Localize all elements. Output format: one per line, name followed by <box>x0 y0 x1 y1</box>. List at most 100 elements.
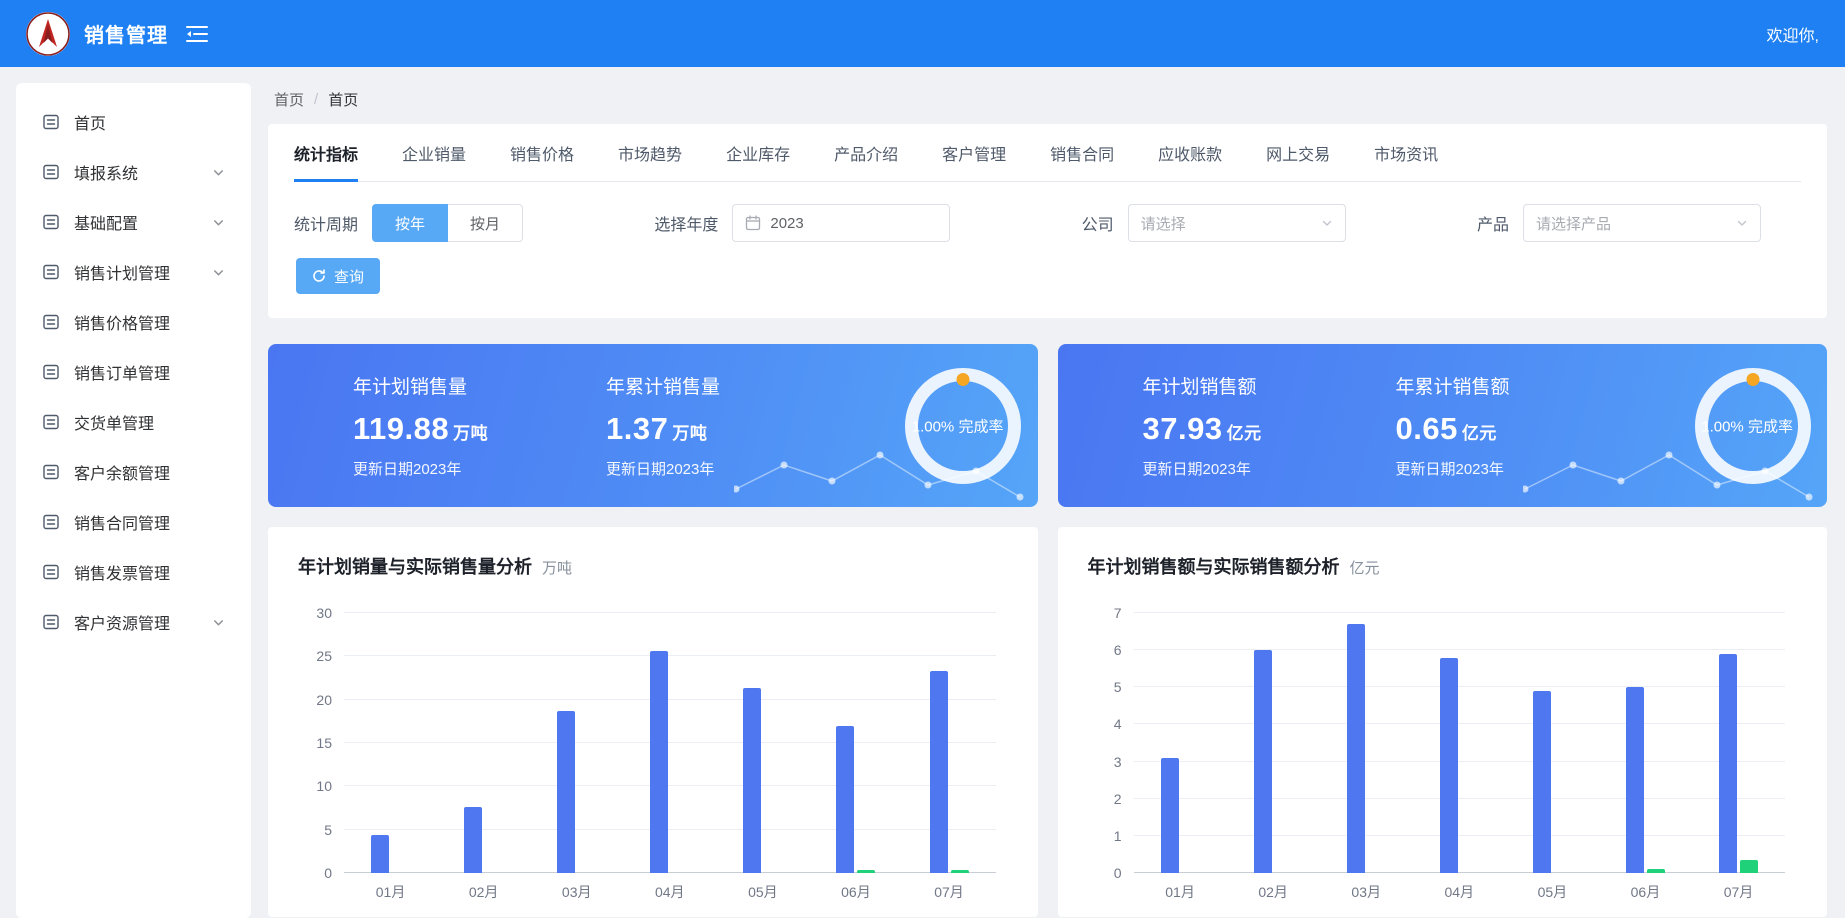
chart-header: 年计划销售额与实际销售额分析亿元 <box>1088 553 1798 579</box>
refresh-icon <box>312 269 326 283</box>
breadcrumb-separator: / <box>314 91 318 108</box>
y-axis-label: 5 <box>1088 679 1122 695</box>
period-label: 统计周期 <box>294 211 358 235</box>
sidebar-collapse-icon[interactable] <box>186 25 208 43</box>
chevron-down-icon <box>212 216 225 229</box>
y-axis-label: 5 <box>298 822 332 838</box>
metric-title: 年计划销售量 <box>353 372 606 399</box>
y-axis-label: 10 <box>298 778 332 794</box>
metric-value: 1.37万吨 <box>606 411 859 447</box>
sidebar-item-label: 销售计划管理 <box>74 260 170 284</box>
tab-3[interactable]: 市场趋势 <box>618 124 682 181</box>
x-axis-label: 01月 <box>344 882 437 902</box>
y-axis-label: 0 <box>298 865 332 881</box>
year-filter-group: 选择年度 2023 <box>654 204 950 242</box>
menu-grid-icon <box>42 313 60 331</box>
bar-group <box>530 613 623 873</box>
plan-bar <box>557 711 575 873</box>
tab-7[interactable]: 销售合同 <box>1050 124 1114 181</box>
sidebar-item-label: 销售合同管理 <box>74 510 170 534</box>
tab-9[interactable]: 网上交易 <box>1266 124 1330 181</box>
menu-grid-icon <box>42 363 60 381</box>
menu-grid-icon <box>42 463 60 481</box>
tab-1[interactable]: 企业销量 <box>402 124 466 181</box>
query-button[interactable]: 查询 <box>296 258 380 294</box>
plan-bar <box>836 726 854 873</box>
x-axis-label: 04月 <box>623 882 716 902</box>
plan-bar <box>1533 691 1551 873</box>
period-toggle: 按年 按月 <box>372 204 523 242</box>
year-input[interactable]: 2023 <box>732 204 950 242</box>
sidebar-item-8[interactable]: 销售合同管理 <box>16 497 251 547</box>
menu-grid-icon <box>42 513 60 531</box>
chart-plot-area: 051015202530 <box>344 613 996 873</box>
company-placeholder: 请选择 <box>1141 213 1186 234</box>
product-select[interactable]: 请选择产品 <box>1523 204 1761 242</box>
sidebar-item-1[interactable]: 填报系统 <box>16 147 251 197</box>
tab-4[interactable]: 企业库存 <box>726 124 790 181</box>
metric-value: 119.88万吨 <box>353 411 606 447</box>
plan-bar <box>1347 624 1365 873</box>
by-year-button[interactable]: 按年 <box>372 204 448 242</box>
metric-value: 0.65亿元 <box>1396 411 1649 447</box>
y-axis-label: 20 <box>298 692 332 708</box>
product-label: 产品 <box>1477 211 1509 235</box>
chart-panel-0: 年计划销量与实际销售量分析万吨05101520253001月02月03月04月0… <box>268 527 1038 917</box>
sidebar-item-4[interactable]: 销售价格管理 <box>16 297 251 347</box>
by-month-button[interactable]: 按月 <box>448 204 523 242</box>
product-placeholder: 请选择产品 <box>1536 213 1611 234</box>
tabs-filter-panel: 统计指标企业销量销售价格市场趋势企业库存产品介绍客户管理销售合同应收账款网上交易… <box>268 124 1827 318</box>
y-axis-label: 7 <box>1088 605 1122 621</box>
plan-bar <box>650 651 668 873</box>
filter-row: 统计周期 按年 按月 选择年度 2023 公司 <box>294 204 1801 242</box>
sidebar: 首页填报系统基础配置销售计划管理销售价格管理销售订单管理交货单管理客户余额管理销… <box>16 83 251 918</box>
metric-update-date: 更新日期2023年 <box>1143 458 1396 479</box>
tab-6[interactable]: 客户管理 <box>942 124 1006 181</box>
tab-0[interactable]: 统计指标 <box>294 124 358 181</box>
x-axis-label: 02月 <box>437 882 530 902</box>
menu-grid-icon <box>42 613 60 631</box>
sidebar-item-0[interactable]: 首页 <box>16 97 251 147</box>
sidebar-item-label: 首页 <box>74 110 106 134</box>
menu-grid-icon <box>42 413 60 431</box>
chevron-down-icon <box>1736 217 1748 229</box>
sidebar-item-7[interactable]: 客户余额管理 <box>16 447 251 497</box>
chart-unit: 亿元 <box>1350 557 1380 578</box>
bar-group <box>1227 613 1320 873</box>
gauge-progress-dot <box>1746 373 1759 386</box>
sidebar-item-label: 客户余额管理 <box>74 460 170 484</box>
breadcrumb-home[interactable]: 首页 <box>274 89 304 110</box>
sidebar-item-3[interactable]: 销售计划管理 <box>16 247 251 297</box>
x-axis-label: 05月 <box>1506 882 1599 902</box>
sidebar-item-10[interactable]: 客户资源管理 <box>16 597 251 647</box>
sidebar-item-5[interactable]: 销售订单管理 <box>16 347 251 397</box>
query-button-label: 查询 <box>334 266 364 287</box>
company-select[interactable]: 请选择 <box>1128 204 1346 242</box>
menu-grid-icon <box>42 563 60 581</box>
bar-group <box>1692 613 1785 873</box>
breadcrumb-current: 首页 <box>328 89 358 110</box>
chevron-down-icon <box>212 616 225 629</box>
chart-unit: 万吨 <box>542 557 572 578</box>
metric-block: 年累计销售额0.65亿元更新日期2023年 <box>1396 372 1649 479</box>
actual-bar <box>1647 869 1665 873</box>
tab-8[interactable]: 应收账款 <box>1158 124 1222 181</box>
year-value: 2023 <box>770 215 803 232</box>
sidebar-item-2[interactable]: 基础配置 <box>16 197 251 247</box>
sidebar-item-9[interactable]: 销售发票管理 <box>16 547 251 597</box>
x-axis-label: 06月 <box>809 882 902 902</box>
y-axis-label: 1 <box>1088 828 1122 844</box>
tab-10[interactable]: 市场资讯 <box>1374 124 1438 181</box>
bar-group <box>809 613 902 873</box>
bar-group <box>1320 613 1413 873</box>
tab-5[interactable]: 产品介绍 <box>834 124 898 181</box>
sidebar-item-6[interactable]: 交货单管理 <box>16 397 251 447</box>
plan-bar <box>1719 654 1737 873</box>
chart-title: 年计划销量与实际销售量分析 <box>298 553 532 579</box>
tab-2[interactable]: 销售价格 <box>510 124 574 181</box>
metric-title: 年计划销售额 <box>1143 372 1396 399</box>
metric-unit: 亿元 <box>1227 424 1262 443</box>
metric-block: 年计划销售额37.93亿元更新日期2023年 <box>1143 372 1396 479</box>
main-content: 首页 / 首页 统计指标企业销量销售价格市场趋势企业库存产品介绍客户管理销售合同… <box>251 67 1845 918</box>
bar-group <box>1506 613 1599 873</box>
